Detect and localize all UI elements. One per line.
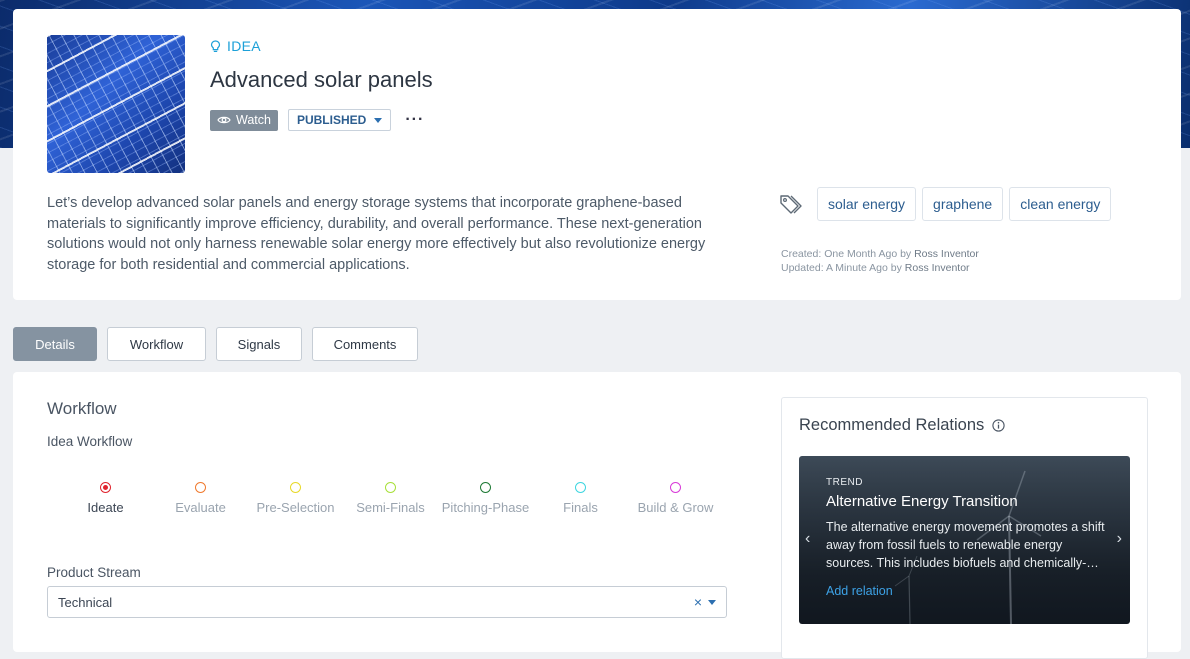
stage-dot <box>575 482 586 493</box>
tag-solar-energy[interactable]: solar energy <box>817 187 917 221</box>
tab-signals[interactable]: Signals <box>216 327 302 361</box>
stage-label: Semi-Finals <box>356 500 425 515</box>
add-relation-link[interactable]: Add relation <box>826 584 893 598</box>
chevron-left-icon[interactable]: ‹ <box>805 530 810 548</box>
stage-dot <box>385 482 396 493</box>
updated-by: Ross Inventor <box>904 262 970 274</box>
stage-evaluate[interactable]: Evaluate <box>153 482 248 515</box>
stage-ideate[interactable]: Ideate <box>58 482 153 515</box>
stage-label: Evaluate <box>175 500 226 515</box>
stage-dot <box>670 482 681 493</box>
info-icon[interactable] <box>992 419 1005 432</box>
updated-text: Updated: A Minute Ago by <box>781 262 905 274</box>
workflow-name: Idea Workflow <box>47 434 133 449</box>
created-info: Created: One Month Ago by Ross Inventor <box>781 247 979 261</box>
product-stream-select[interactable]: Technical × <box>47 586 727 618</box>
chevron-right-icon[interactable]: › <box>1117 530 1122 548</box>
tag-clean-energy[interactable]: clean energy <box>1009 187 1112 221</box>
stage-label: Build & Grow <box>637 500 714 515</box>
details-card: Workflow Idea Workflow Ideate Evaluate P… <box>13 372 1181 659</box>
stage-pre-selection[interactable]: Pre-Selection <box>248 482 343 515</box>
workflow-section-title: Workflow <box>47 399 117 418</box>
idea-description: Let’s develop advanced solar panels and … <box>47 195 706 274</box>
product-stream-label: Product Stream <box>47 565 141 580</box>
idea-type: IDEA <box>210 38 261 54</box>
tab-bar: Details Workflow Signals Comments <box>13 327 418 361</box>
created-by: Ross Inventor <box>914 248 979 260</box>
more-options-button[interactable]: ··· <box>401 112 428 128</box>
relation-description: The alternative energy movement promotes… <box>826 520 1105 570</box>
stage-dot <box>195 482 206 493</box>
select-controls: × <box>694 594 716 610</box>
lightbulb-icon <box>210 39 221 52</box>
idea-header-card: IDEA Advanced solar panels Watch PUBLISH… <box>13 9 1181 300</box>
tab-workflow[interactable]: Workflow <box>107 327 206 361</box>
stage-build-grow[interactable]: Build & Grow <box>628 482 723 515</box>
relation-card[interactable]: TREND Alternative Energy Transition The … <box>799 456 1130 624</box>
recommended-relations-panel: Recommended Relations TREND Alternative … <box>781 397 1148 659</box>
created-text: Created: One Month Ago by <box>781 248 915 260</box>
chevron-down-icon[interactable] <box>708 599 716 605</box>
page-title: Advanced solar panels <box>210 67 433 92</box>
idea-actions: Watch PUBLISHED ··· <box>210 109 428 131</box>
relation-name: Alternative Energy Transition <box>826 493 1018 510</box>
stage-label: Pitching-Phase <box>441 500 530 515</box>
status-label: PUBLISHED <box>296 113 367 127</box>
stage-label: Finals <box>563 500 598 515</box>
tag-list: solar energy graphene clean energy <box>779 187 1112 221</box>
status-dropdown[interactable]: PUBLISHED <box>287 109 392 131</box>
stage-dot <box>480 482 491 493</box>
stage-label: Pre-Selection <box>256 500 335 515</box>
relations-title: Recommended Relations <box>799 416 1005 435</box>
idea-type-label: IDEA <box>227 38 261 54</box>
stage-semi-finals[interactable]: Semi-Finals <box>343 482 438 515</box>
tag-graphene[interactable]: graphene <box>922 187 1004 221</box>
product-stream-value: Technical <box>58 594 113 610</box>
tag-icon <box>780 195 802 214</box>
tab-comments[interactable]: Comments <box>312 327 418 361</box>
tab-details[interactable]: Details <box>13 327 97 361</box>
watch-button-label: Watch <box>236 113 271 127</box>
stage-dot <box>290 482 301 493</box>
idea-meta: Created: One Month Ago by Ross Inventor … <box>781 247 979 275</box>
workflow-stages: Ideate Evaluate Pre-Selection Semi-Final… <box>58 482 723 515</box>
caret-down-icon <box>374 117 383 123</box>
stage-dot-current <box>100 482 111 493</box>
relations-title-text: Recommended Relations <box>799 416 985 434</box>
idea-thumbnail[interactable] <box>47 35 185 173</box>
watch-button[interactable]: Watch <box>210 109 278 131</box>
updated-info: Updated: A Minute Ago by Ross Inventor <box>781 261 979 275</box>
stage-pitching-phase[interactable]: Pitching-Phase <box>438 482 533 515</box>
stage-label: Ideate <box>87 500 124 515</box>
eye-icon <box>217 116 231 124</box>
stage-finals[interactable]: Finals <box>533 482 628 515</box>
clear-icon[interactable]: × <box>694 594 702 610</box>
relation-kind: TREND <box>826 477 863 488</box>
